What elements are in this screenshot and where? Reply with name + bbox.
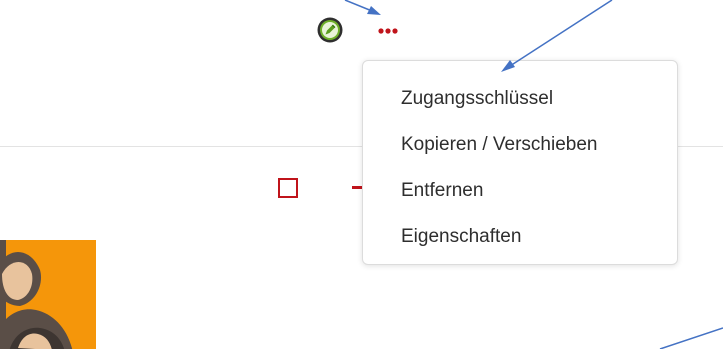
more-horizontal-dots-icon [378,28,398,34]
annotation-arrow-to-more-button [344,0,381,15]
menu-item-properties[interactable]: Eigenschaften [363,222,677,268]
more-options-button[interactable] [374,18,410,42]
avatar [0,240,96,349]
pencil-edit-icon[interactable] [317,17,343,43]
menu-item-remove[interactable]: Entfernen [363,176,677,222]
select-checkbox[interactable] [278,178,298,198]
annotation-arrow-bottom-right [659,327,723,349]
menu-item-access-key[interactable]: Zugangsschlüssel [363,84,677,130]
add-icon-fragment[interactable] [352,186,362,189]
context-menu: Zugangsschlüssel Kopieren / Verschieben … [362,60,678,265]
menu-item-copy-move[interactable]: Kopieren / Verschieben [363,130,677,176]
